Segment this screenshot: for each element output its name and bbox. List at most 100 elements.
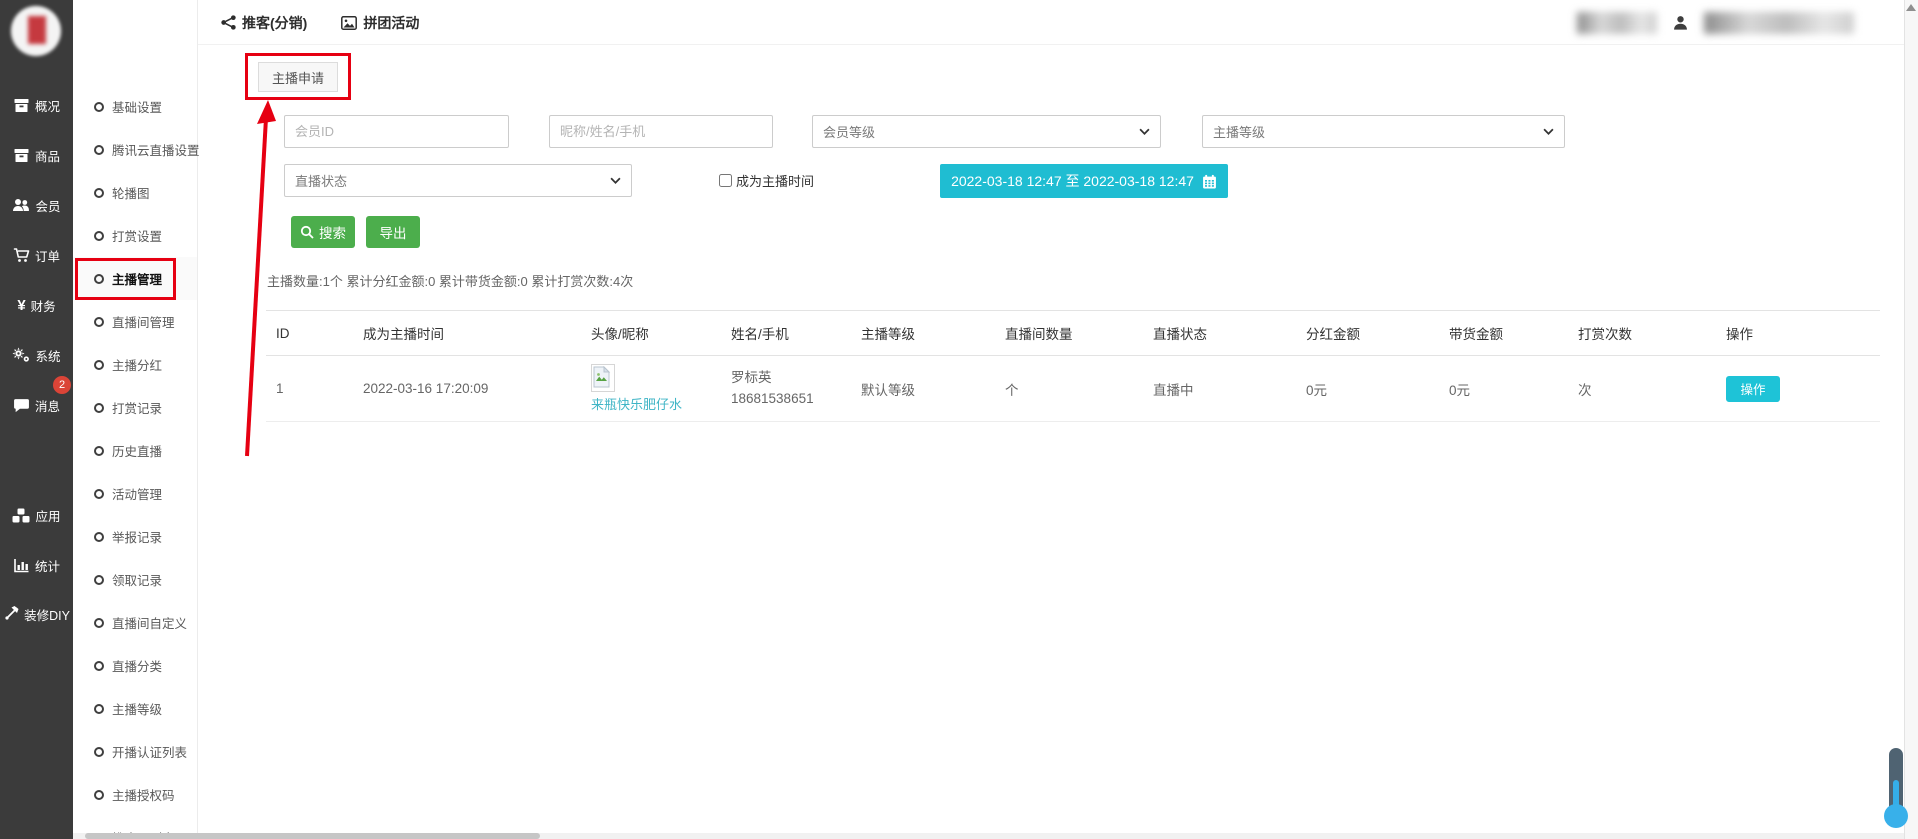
subnav-basic-settings[interactable]: 基础设置 — [73, 85, 197, 128]
select-value: 会员等级 — [823, 122, 875, 141]
nickname-link[interactable]: 来瓶快乐肥仔水 — [591, 394, 682, 413]
topnav-promoter-distribution[interactable]: 推客(分销) — [221, 13, 307, 33]
gears-icon — [12, 347, 30, 363]
circle-icon — [94, 661, 104, 671]
col-anchor-level: 主播等级 — [851, 311, 995, 356]
anchor-name: 罗标英 — [731, 368, 851, 389]
anchor-table: ID 成为主播时间 头像/昵称 姓名/手机 主播等级 直播间数量 直播状态 分红… — [266, 310, 1880, 422]
app-logo[interactable] — [0, 0, 73, 64]
nickname-name-phone-input[interactable] — [549, 115, 773, 148]
subnav-label: 主播授权码 — [112, 785, 175, 804]
subnav-anchor-management[interactable]: 主播管理 — [73, 257, 197, 300]
date-range-button[interactable]: 2022-03-18 12:47 至 2022-03-18 12:47 — [940, 164, 1228, 198]
sidebar-item-label: 统计 — [35, 556, 60, 575]
member-level-select[interactable]: 会员等级 — [812, 115, 1161, 148]
subnav-label: 举报记录 — [112, 527, 162, 546]
sidebar-item-goods[interactable]: 商品 — [0, 135, 73, 175]
anchor-level-select[interactable]: 主播等级 — [1202, 115, 1565, 148]
sidebar-item-stats[interactable]: 统计 — [0, 545, 73, 585]
subnav-activity-management[interactable]: 活动管理 — [73, 472, 197, 515]
cell-dividend-amount: 0元 — [1296, 356, 1439, 422]
sidebar-item-overview[interactable]: 概况 — [0, 85, 73, 125]
become-anchor-time-checkbox[interactable] — [719, 174, 732, 187]
subnav-label: 打赏记录 — [112, 398, 162, 417]
tool-icon — [3, 606, 19, 622]
top-bar: 文章营销 推客(分销) 拼团活动 — [73, 0, 1904, 45]
subnav-broadcast-cert-list[interactable]: 开播认证列表 — [73, 730, 197, 773]
user-icon — [1673, 15, 1688, 30]
subnav-anchor-level[interactable]: 主播等级 — [73, 687, 197, 730]
sidebar-item-orders[interactable]: 订单 — [0, 235, 73, 275]
subnav-report-records[interactable]: 举报记录 — [73, 515, 197, 558]
subnav-liveroom-management[interactable]: 直播间管理 — [73, 300, 197, 343]
message-count-badge: 2 — [53, 376, 71, 394]
yen-icon: ¥ — [17, 297, 25, 314]
subnav-label: 直播分类 — [112, 656, 162, 675]
anchor-phone: 18681538651 — [731, 389, 851, 410]
circle-icon — [94, 102, 104, 112]
checkbox-label: 成为主播时间 — [736, 171, 814, 190]
subnav-label: 腾讯云直播设置 — [112, 140, 200, 159]
topnav-group-buying[interactable]: 拼团活动 — [341, 13, 419, 33]
circle-icon — [94, 790, 104, 800]
become-anchor-time-filter: 成为主播时间 — [719, 171, 814, 190]
circle-icon — [94, 360, 104, 370]
sidebar-item-label: 装修DIY — [24, 605, 70, 624]
export-button[interactable]: 导出 — [366, 216, 420, 248]
horizontal-scrollbar[interactable] — [73, 833, 1904, 839]
search-icon — [300, 225, 314, 239]
comment-icon — [13, 398, 30, 413]
circle-icon — [94, 747, 104, 757]
subnav-reward-records[interactable]: 打赏记录 — [73, 386, 197, 429]
subnav-anchor-dividend[interactable]: 主播分红 — [73, 343, 197, 386]
sidebar-item-system[interactable]: 系统 — [0, 335, 73, 375]
subnav-label: 直播间自定义 — [112, 613, 187, 632]
sidebar-item-apps[interactable]: 应用 — [0, 495, 73, 535]
subnav-label: 打赏设置 — [112, 226, 162, 245]
scroll-up-arrow-icon[interactable] — [1906, 4, 1916, 11]
sidebar-item-members[interactable]: 会员 — [0, 185, 73, 225]
overview-box-icon — [13, 98, 30, 113]
subnav-liveroom-custom[interactable]: 直播间自定义 — [73, 601, 197, 644]
live-status-select[interactable]: 直播状态 — [284, 164, 632, 197]
circle-icon — [94, 317, 104, 327]
circle-icon — [94, 446, 104, 456]
logo-red-mark — [28, 16, 46, 44]
circle-icon — [94, 575, 104, 585]
avatar — [591, 364, 615, 392]
top-right-account-area — [1577, 0, 1854, 45]
users-icon — [12, 198, 30, 212]
subnav-history-live[interactable]: 历史直播 — [73, 429, 197, 472]
member-id-input[interactable] — [284, 115, 509, 148]
col-goods-amount: 带货金额 — [1439, 311, 1568, 356]
sidebar-item-label: 会员 — [35, 196, 60, 215]
cell-liveroom-count: 个 — [995, 356, 1143, 422]
scroll-slider-widget[interactable] — [1889, 748, 1903, 820]
vertical-scrollbar[interactable] — [1904, 0, 1918, 839]
subnav-tencent-live[interactable]: 腾讯云直播设置 — [73, 128, 197, 171]
sidebar-item-diy[interactable]: 装修DIY — [0, 594, 73, 634]
cell-live-status: 直播中 — [1143, 356, 1296, 422]
tab-anchor-application[interactable]: 主播申请 — [258, 62, 338, 92]
subnav-label: 直播间管理 — [112, 312, 175, 331]
app-window: 概况 商品 会员 订单 ¥ 财务 系统 消息 2 应用 — [0, 0, 1918, 839]
subnav-reward-settings[interactable]: 打赏设置 — [73, 214, 197, 257]
search-button[interactable]: 搜索 — [291, 216, 355, 248]
redacted-username-block[interactable] — [1704, 12, 1854, 34]
scroll-slider-knob[interactable] — [1884, 804, 1908, 828]
horizontal-scrollbar-thumb[interactable] — [85, 833, 540, 839]
sidebar-item-messages[interactable]: 消息 2 — [0, 385, 73, 425]
topnav-label: 拼团活动 — [363, 13, 419, 33]
subnav-anchor-auth-code[interactable]: 主播授权码 — [73, 773, 197, 816]
cell-avatar-nickname: 来瓶快乐肥仔水 — [581, 356, 721, 422]
subnav-claim-records[interactable]: 领取记录 — [73, 558, 197, 601]
sidebar-item-finance[interactable]: ¥ 财务 — [0, 285, 73, 325]
subnav-live-category[interactable]: 直播分类 — [73, 644, 197, 687]
export-button-label: 导出 — [380, 222, 407, 242]
row-action-button[interactable]: 操作 — [1726, 376, 1780, 402]
subnav-label: 主播管理 — [112, 269, 162, 288]
circle-icon — [94, 403, 104, 413]
share-icon — [221, 15, 236, 30]
subnav-carousel[interactable]: 轮播图 — [73, 171, 197, 214]
cell-become-time: 2022-03-16 17:20:09 — [353, 356, 581, 422]
